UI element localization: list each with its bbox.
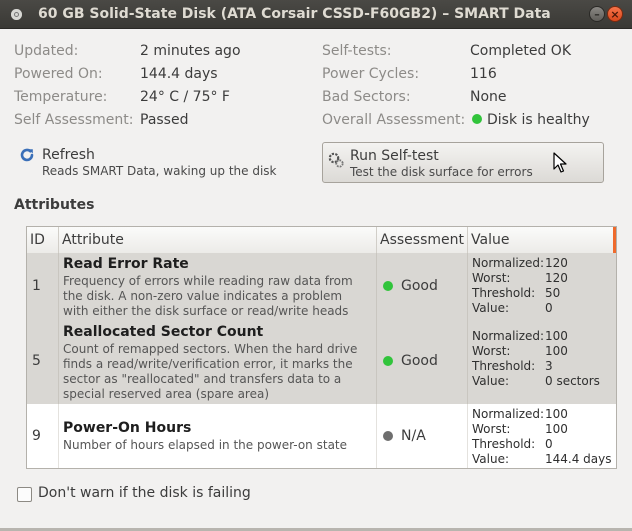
- threshold-label: Threshold:: [472, 286, 536, 300]
- na-status-dot: [383, 431, 393, 441]
- window-title: 60 GB Solid-State Disk (ATA Corsair CSSD…: [38, 6, 551, 22]
- threshold-value: 0: [545, 437, 553, 451]
- attributes-heading: Attributes: [14, 197, 95, 213]
- overall-assessment-text: Disk is healthy: [487, 112, 590, 128]
- raw-value: 0: [545, 301, 553, 315]
- attribute-description: Frequency of errors while reading raw da…: [63, 274, 353, 318]
- bad-sectors-value: None: [470, 89, 507, 105]
- dont-warn-label[interactable]: Don't warn if the disk is failing: [38, 485, 251, 501]
- header-divider: [467, 227, 468, 253]
- self-tests-value: Completed OK: [470, 43, 572, 59]
- powered-on-value: 144.4 days: [140, 66, 218, 82]
- worst-label: Worst:: [472, 422, 511, 436]
- raw-value: 0 sectors: [545, 374, 600, 388]
- assessment-text: Good: [401, 353, 438, 369]
- threshold-label: Threshold:: [472, 359, 536, 373]
- disk-app-icon: [11, 9, 22, 20]
- threshold-value: 50: [545, 286, 561, 300]
- worst-label: Worst:: [472, 344, 511, 358]
- attribute-name: Read Error Rate: [63, 256, 189, 272]
- overall-assessment-label: Overall Assessment:: [322, 112, 466, 128]
- powered-on-label: Powered On:: [14, 66, 103, 82]
- cell-divider: [376, 253, 377, 321]
- self-assessment-value: Passed: [140, 112, 189, 128]
- attribute-id: 5: [32, 353, 41, 369]
- mouse-cursor-icon: [553, 152, 567, 173]
- cell-divider: [58, 321, 59, 404]
- attribute-description: Count of remapped sectors. When the hard…: [63, 342, 358, 401]
- good-status-dot: [383, 356, 393, 366]
- threshold-label: Threshold:: [472, 437, 536, 451]
- refresh-icon: [20, 148, 34, 162]
- temperature-label: Temperature:: [14, 89, 108, 105]
- attribute-name: Reallocated Sector Count: [63, 324, 264, 340]
- worst-value: 100: [545, 422, 568, 436]
- bad-sectors-label: Bad Sectors:: [322, 89, 411, 105]
- normalized-label: Normalized:: [472, 256, 545, 270]
- table-row[interactable]: 5 Reallocated Sector Count Count of rema…: [27, 321, 616, 404]
- threshold-value: 3: [545, 359, 553, 373]
- table-row[interactable]: 1 Read Error Rate Frequency of errors wh…: [27, 253, 616, 321]
- cell-divider: [58, 404, 59, 468]
- raw-value: 144.4 days: [545, 452, 612, 466]
- normalized-value: 100: [545, 329, 568, 343]
- attribute-description: Number of hours elapsed in the power-on …: [63, 438, 348, 452]
- normalized-label: Normalized:: [472, 407, 545, 421]
- power-cycles-value: 116: [470, 66, 497, 82]
- value-label: Value:: [472, 452, 509, 466]
- cell-divider: [376, 404, 377, 468]
- header-divider: [376, 227, 377, 253]
- column-header-value[interactable]: Value: [471, 232, 509, 248]
- value-label: Value:: [472, 374, 509, 388]
- minimize-button[interactable]: –: [589, 6, 605, 22]
- header-divider: [58, 227, 59, 253]
- normalized-value: 120: [545, 256, 568, 270]
- table-row[interactable]: 9 Power-On Hours Number of hours elapsed…: [27, 404, 616, 468]
- self-test-icon: [328, 152, 344, 168]
- attribute-assessment: Good: [383, 353, 438, 369]
- column-header-id[interactable]: ID: [30, 232, 45, 248]
- self-test-subtitle: Test the disk surface for errors: [350, 165, 533, 179]
- worst-value: 100: [545, 344, 568, 358]
- worst-value: 120: [545, 271, 568, 285]
- self-assessment-label: Self Assessment:: [14, 112, 134, 128]
- scroll-indicator: [613, 227, 616, 253]
- normalized-label: Normalized:: [472, 329, 545, 343]
- power-cycles-label: Power Cycles:: [322, 66, 420, 82]
- table-header: ID Attribute Assessment Value: [27, 227, 616, 254]
- attributes-table[interactable]: ID Attribute Assessment Value 1 Read Err…: [26, 226, 617, 469]
- cell-divider: [376, 321, 377, 404]
- column-header-attribute[interactable]: Attribute: [62, 232, 124, 248]
- temperature-value: 24° C / 75° F: [140, 89, 230, 105]
- column-header-assessment[interactable]: Assessment: [380, 232, 464, 248]
- refresh-subtitle: Reads SMART Data, waking up the disk: [42, 164, 277, 178]
- assessment-text: Good: [401, 278, 438, 294]
- cell-divider: [58, 253, 59, 321]
- dont-warn-checkbox[interactable]: [17, 487, 32, 502]
- self-tests-label: Self-tests:: [322, 43, 392, 59]
- value-label: Value:: [472, 301, 509, 315]
- self-test-title: Run Self-test: [350, 148, 439, 164]
- title-bar: 60 GB Solid-State Disk (ATA Corsair CSSD…: [0, 0, 632, 29]
- overall-assessment-value: Disk is healthy: [472, 112, 590, 128]
- attribute-name: Power-On Hours: [63, 420, 192, 436]
- cell-divider: [467, 404, 468, 468]
- good-status-dot: [383, 281, 393, 291]
- assessment-text: N/A: [401, 428, 426, 444]
- normalized-value: 100: [545, 407, 568, 421]
- cell-divider: [467, 253, 468, 321]
- attribute-id: 1: [32, 278, 41, 294]
- attribute-assessment: N/A: [383, 428, 426, 444]
- refresh-button[interactable]: Refresh Reads SMART Data, waking up the …: [18, 145, 278, 183]
- cell-divider: [467, 321, 468, 404]
- attribute-assessment: Good: [383, 278, 438, 294]
- worst-label: Worst:: [472, 271, 511, 285]
- close-button[interactable]: ×: [607, 6, 623, 22]
- updated-value: 2 minutes ago: [140, 43, 241, 59]
- updated-label: Updated:: [14, 43, 79, 59]
- refresh-title: Refresh: [42, 147, 95, 163]
- healthy-status-dot: [472, 113, 482, 124]
- attribute-id: 9: [32, 428, 41, 444]
